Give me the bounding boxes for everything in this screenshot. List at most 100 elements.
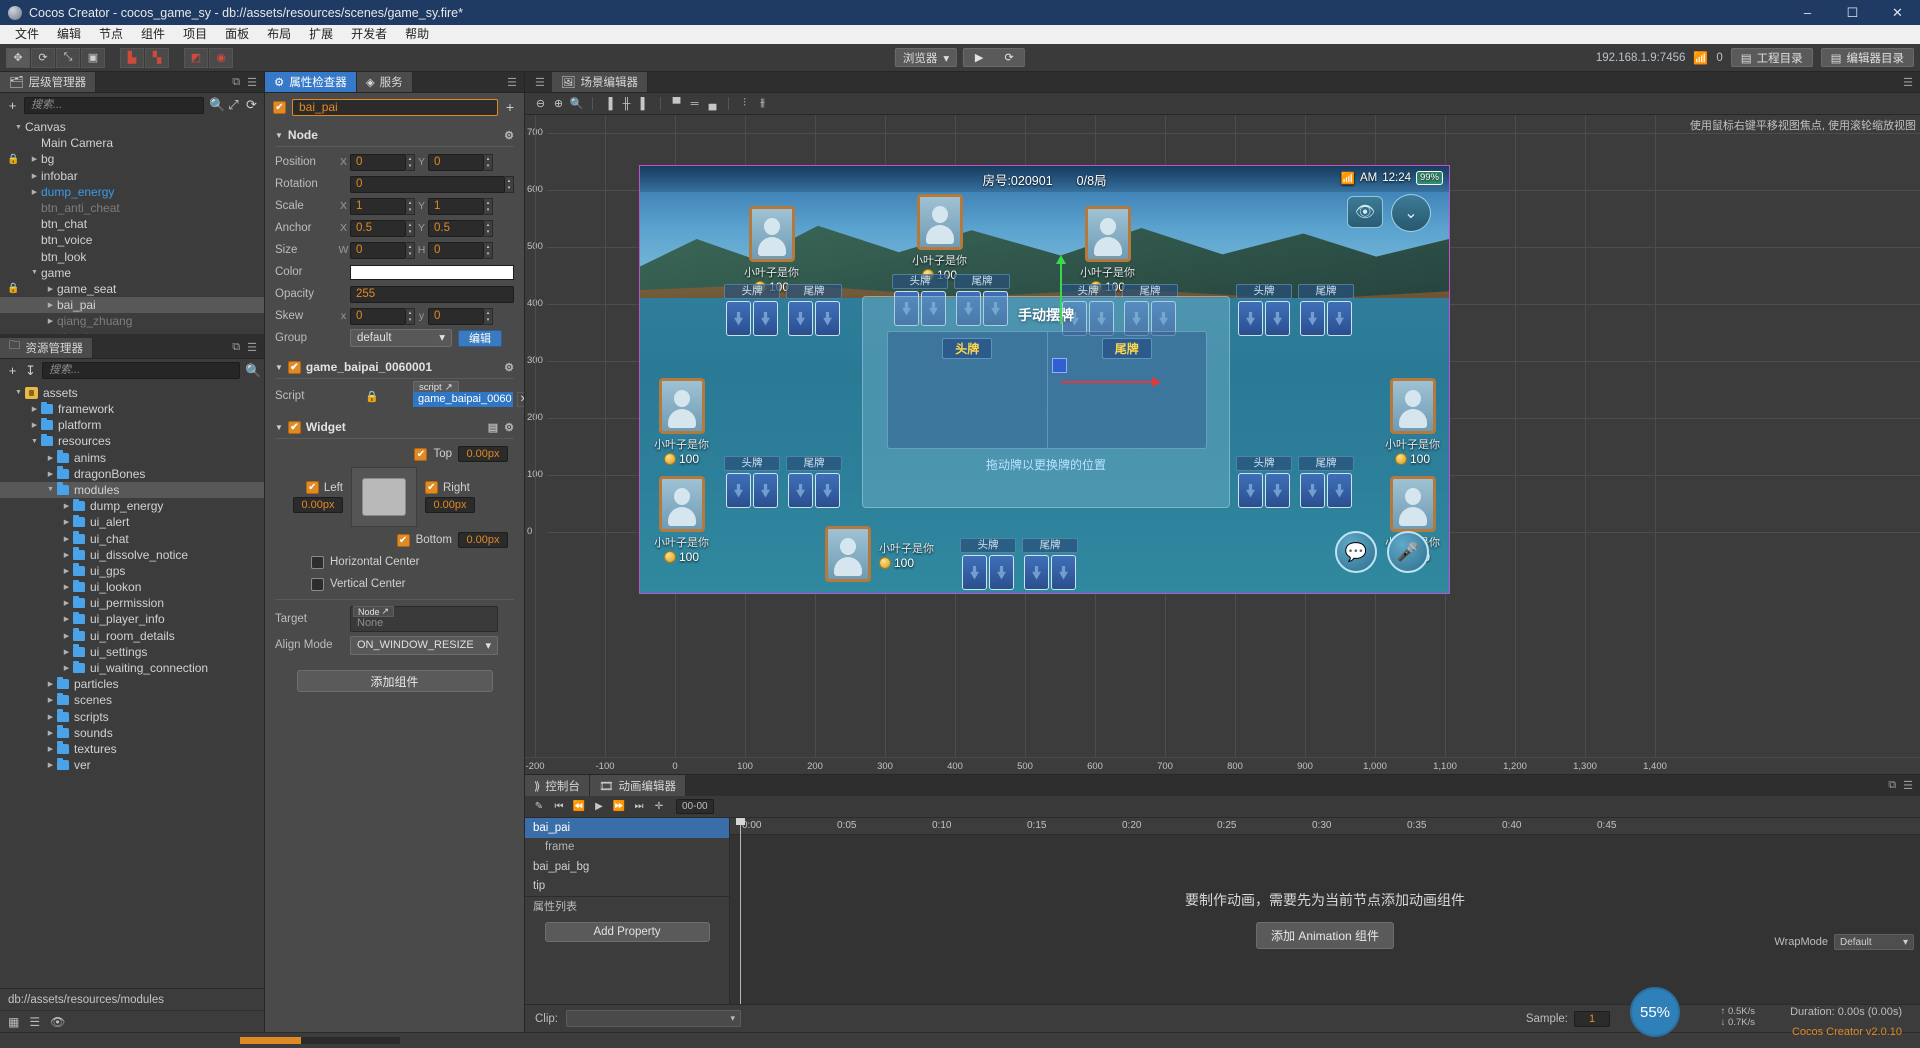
chevron-right-icon[interactable]: ▶ <box>62 599 71 607</box>
playing-card[interactable] <box>726 473 751 508</box>
menu-icon-3[interactable]: ☰ <box>507 76 517 89</box>
chevron-down-icon[interactable]: ▼ <box>46 486 55 493</box>
animation-tracks[interactable]: bai_pai frame bai_pai_bg tip <box>525 818 729 896</box>
playing-card[interactable] <box>1024 555 1049 590</box>
play-button[interactable]: ▶ <box>964 49 994 66</box>
hierarchy-node-game[interactable]: ▼ game <box>0 265 264 281</box>
card-slot[interactable]: 尾牌 <box>786 284 842 336</box>
chevron-right-icon[interactable]: ▶ <box>46 470 55 478</box>
tab-scene-editor[interactable]: 🖼 场景编辑器 <box>551 72 648 92</box>
chevron-right-icon[interactable]: ▶ <box>62 583 71 591</box>
widget-target-field[interactable]: Node ↗ None <box>350 606 498 632</box>
gizmo-center-handle[interactable] <box>1052 358 1067 373</box>
edit-mode-icon[interactable]: ✎ <box>532 800 546 814</box>
chevron-right-icon[interactable]: ▶ <box>62 502 71 510</box>
menu-item-extension[interactable]: 扩展 <box>300 25 342 44</box>
seat-top-left[interactable]: 小叶子是你 100 <box>744 206 799 294</box>
playing-card[interactable] <box>1238 301 1263 336</box>
skew-x-input[interactable]: 0 <box>350 307 406 325</box>
hierarchy-node-game-seat[interactable]: 🔒 ▶ game_seat <box>0 281 264 297</box>
chevron-right-icon[interactable]: ▶ <box>62 632 71 640</box>
node-name-input[interactable]: bai_pai <box>292 98 498 116</box>
expand-icon[interactable]: ⤢ <box>227 97 240 113</box>
node-section-gear-icon[interactable]: ⚙ <box>504 129 514 142</box>
menu-item-help[interactable]: 帮助 <box>396 25 438 44</box>
anchor-y-input[interactable]: 0.5 <box>428 219 484 237</box>
playing-card[interactable] <box>753 473 778 508</box>
add-component-button[interactable]: 添加组件 <box>296 670 493 692</box>
scale-y-input[interactable]: 1 <box>428 197 484 215</box>
menu-item-layout[interactable]: 布局 <box>258 25 300 44</box>
hierarchy-node-btn-look[interactable]: ·btn_look <box>0 249 264 265</box>
chevron-right-icon[interactable]: ▶ <box>30 155 39 163</box>
playing-card[interactable] <box>1265 301 1290 336</box>
scale-tool-icon[interactable]: ⤡ <box>56 47 80 68</box>
grid-view-icon[interactable]: ▦ <box>8 1015 19 1029</box>
add-node-property-icon[interactable]: + <box>504 99 516 115</box>
playing-card[interactable] <box>815 301 840 336</box>
widget-section-header[interactable]: ▼ Widget ▤ ⚙ <box>265 416 524 438</box>
skew-x-stepper[interactable]: ▴ ▾ <box>406 307 415 325</box>
refresh-button[interactable]: ⟳ <box>994 49 1024 66</box>
popout-icon[interactable]: ⧉ <box>232 76 240 89</box>
component-gear-icon[interactable]: ⚙ <box>504 361 514 374</box>
script-clear-button[interactable]: ✕ <box>517 392 524 407</box>
preview-target-select[interactable]: 浏览器 ▾ <box>894 48 958 67</box>
hierarchy-node-infobar[interactable]: ▶ infobar <box>0 168 264 184</box>
animation-track-frame[interactable]: frame <box>525 838 729 858</box>
card-slot[interactable]: 尾牌 <box>786 456 842 508</box>
hierarchy-node-Canvas[interactable]: ▼ Canvas <box>0 119 264 135</box>
size-h-input[interactable]: 0 <box>428 241 484 259</box>
hierarchy-node-qiang-zhuang[interactable]: ▶ qiang_zhuang <box>0 313 264 329</box>
playing-card[interactable] <box>962 555 987 590</box>
asset-node-ui-permission[interactable]: ▶ ui_permission <box>0 595 264 611</box>
clip-select[interactable]: ▾ <box>566 1010 742 1027</box>
group-select[interactable]: default ▾ <box>350 329 452 347</box>
hierarchy-node-Main Camera[interactable]: ·Main Camera <box>0 135 264 151</box>
skew-y-stepper[interactable]: ▴ ▾ <box>484 307 493 325</box>
seat-left-upper[interactable]: 小叶子是你 100 <box>654 378 709 466</box>
scene-menu-icon[interactable]: ☰ <box>535 76 545 89</box>
chevron-right-icon[interactable]: ▶ <box>46 761 55 769</box>
menu-item-node[interactable]: 节点 <box>90 25 132 44</box>
seat-bottom-self[interactable]: 小叶子是你 100 <box>825 526 934 582</box>
chevron-down-icon[interactable]: ▼ <box>30 269 39 276</box>
component-enabled-checkbox[interactable] <box>287 360 301 374</box>
position-y-input[interactable]: 0 <box>428 153 484 171</box>
chevron-right-icon[interactable]: ▶ <box>46 696 55 704</box>
hierarchy-node-dump-energy[interactable]: ▶ dump_energy <box>0 184 264 200</box>
chevron-down-icon-game[interactable]: ⌄ <box>1391 194 1431 232</box>
sample-input[interactable]: 1 <box>1574 1010 1610 1027</box>
open-editor-dir-button[interactable]: ▤ 编辑器目录 <box>1820 48 1914 67</box>
asset-node-platform[interactable]: ▶ platform <box>0 417 264 433</box>
add-keyframe-icon[interactable]: ✛ <box>652 800 666 814</box>
card-slot[interactable]: 头牌 <box>724 456 780 508</box>
widget-left-checkbox[interactable] <box>305 481 319 494</box>
chevron-right-icon[interactable]: ▶ <box>62 664 71 672</box>
add-node-button[interactable]: + <box>6 98 19 113</box>
card-slot[interactable]: 头牌 <box>724 284 780 336</box>
close-button[interactable]: ✕ <box>1875 0 1920 25</box>
anchor-x-stepper[interactable]: ▴ ▾ <box>406 219 415 237</box>
asset-node-ui-settings[interactable]: ▶ ui_settings <box>0 644 264 660</box>
scale-x-input[interactable]: 1 <box>350 197 406 215</box>
maximize-button[interactable]: ☐ <box>1830 0 1875 25</box>
animation-timeline[interactable]: 0:00 0:05 0:10 0:15 0:20 0:25 0:30 0:35 0:40 0:45… <box>730 818 1920 1004</box>
zoom-in-icon[interactable]: ⊕ <box>551 96 566 111</box>
scale-x-stepper[interactable]: ▴ ▾ <box>406 197 415 215</box>
add-animation-component-button[interactable]: 添加 Animation 组件 <box>1255 922 1395 949</box>
distribute-v-icon[interactable]: ⫵ <box>755 96 770 111</box>
playing-card[interactable] <box>1327 301 1352 336</box>
chat-bubble-icon[interactable]: 💬 <box>1335 531 1377 573</box>
asset-node-sounds[interactable]: ▶ sounds <box>0 725 264 741</box>
sync-icon[interactable]: ⟳ <box>245 97 258 113</box>
playing-card[interactable] <box>815 473 840 508</box>
chevron-right-icon[interactable]: ▶ <box>46 317 55 325</box>
chevron-right-icon[interactable]: ▶ <box>46 454 55 462</box>
search-icon[interactable]: 🔍 <box>209 97 225 113</box>
animation-track-bai-pai[interactable]: bai_pai <box>525 818 729 838</box>
popout-icon-2[interactable]: ⧉ <box>232 341 240 354</box>
hierarchy-search-input[interactable]: 搜索... <box>24 96 204 114</box>
card-slot[interactable]: 头牌 <box>1236 456 1292 508</box>
timeline-ruler[interactable]: 0:00 0:05 0:10 0:15 0:20 0:25 0:30 0:35 0:40 0:45 <box>730 818 1920 835</box>
